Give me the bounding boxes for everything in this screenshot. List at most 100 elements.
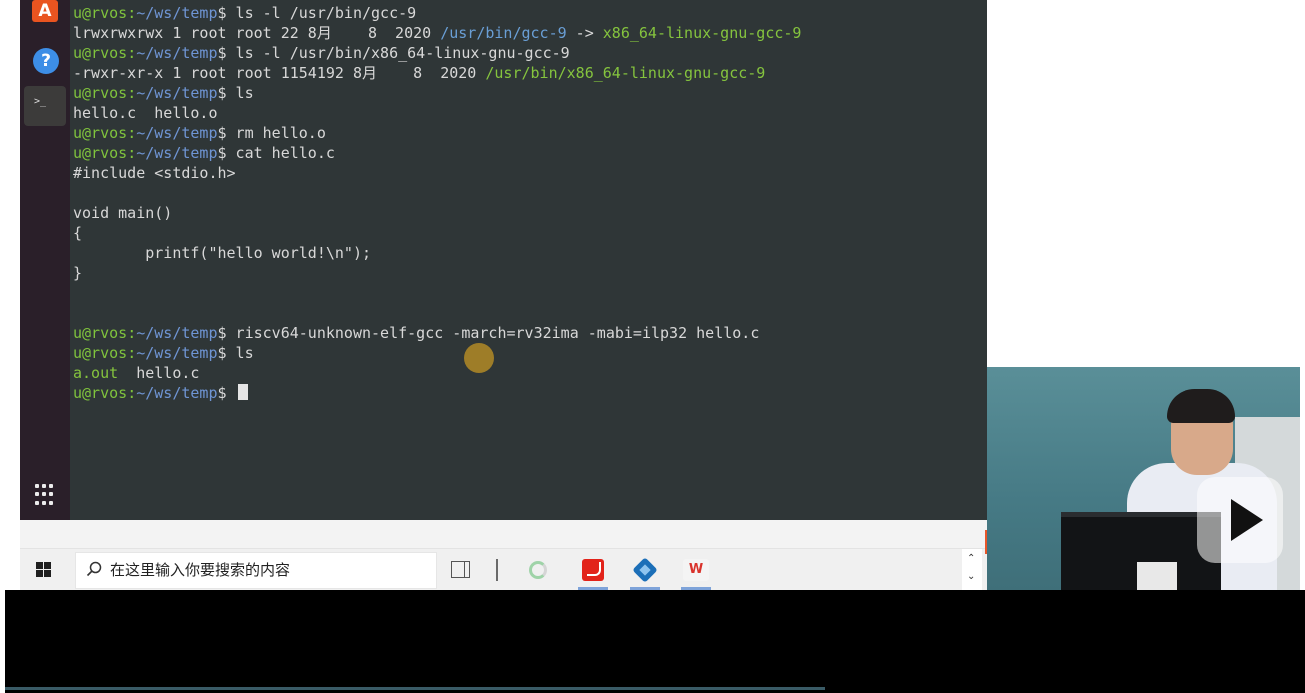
prompt-path: ~/ws/temp bbox=[136, 384, 218, 402]
prompt-user: u@rvos bbox=[73, 344, 128, 362]
prompt-path: ~/ws/temp bbox=[136, 124, 218, 142]
prompt-user: u@rvos bbox=[73, 44, 128, 62]
webcam-overlay bbox=[987, 367, 1300, 590]
terminal-line: lrwxrwxrwx 1 root root 22 8月 8 2020 /usr… bbox=[73, 23, 801, 43]
prompt-colon: : bbox=[127, 84, 137, 102]
software-center-glyph: A bbox=[32, 0, 58, 22]
terminal-line: } bbox=[73, 263, 801, 283]
command-text: rm hello.o bbox=[226, 124, 326, 142]
prompt-user: u@rvos bbox=[73, 144, 128, 162]
chevron-down-icon[interactable]: ⌄ bbox=[967, 571, 975, 582]
symlink-target: x86_64-linux-gnu-gcc-9 bbox=[602, 24, 802, 42]
command-text: riscv64-unknown-elf-gcc -march=rv32ima -… bbox=[226, 324, 760, 342]
symlink-arrow: -> bbox=[566, 24, 603, 42]
prompt-dollar: $ bbox=[217, 44, 227, 62]
video-play-icon[interactable] bbox=[1197, 477, 1283, 563]
terminal-line: u@rvos:~/ws/temp$ riscv64-unknown-elf-gc… bbox=[73, 323, 801, 343]
video-progress-strip bbox=[5, 687, 825, 690]
search-input[interactable] bbox=[110, 559, 420, 581]
prompt-user: u@rvos bbox=[73, 384, 128, 402]
terminal-line: u@rvos:~/ws/temp$ ls -l /usr/bin/gcc-9 bbox=[73, 3, 801, 23]
prompt-dollar: $ bbox=[217, 324, 227, 342]
command-text: ls bbox=[226, 344, 254, 362]
prompt-path: ~/ws/temp bbox=[136, 324, 218, 342]
output-text: { bbox=[73, 224, 83, 242]
prompt-path: ~/ws/temp bbox=[136, 44, 218, 62]
output-text: } bbox=[73, 264, 83, 282]
prompt-dollar: $ bbox=[217, 384, 227, 402]
taskbar-search-box[interactable] bbox=[75, 552, 437, 589]
terminal-output: u@rvos:~/ws/temp$ ls -l /usr/bin/gcc-9 lr… bbox=[73, 3, 801, 403]
help-icon[interactable]: ? bbox=[26, 42, 64, 80]
command-text bbox=[227, 384, 236, 402]
symlink-target: /usr/bin/x86_64-linux-gnu-gcc-9 bbox=[485, 64, 766, 82]
prompt-colon: : bbox=[127, 44, 137, 62]
wechat-icon[interactable] bbox=[525, 557, 551, 583]
terminal-cursor bbox=[237, 384, 248, 400]
terminal-line: printf("hello world!\n"); bbox=[73, 243, 801, 263]
taskbar-upper-strip bbox=[20, 520, 987, 548]
tray-scroll-arrows[interactable]: ⌃ ⌄ bbox=[962, 549, 982, 590]
prompt-path: ~/ws/temp bbox=[136, 144, 218, 162]
software-center-icon[interactable]: A bbox=[26, 0, 64, 38]
terminal-line: u@rvos:~/ws/temp$ bbox=[73, 383, 801, 403]
taskbar-separator bbox=[496, 559, 498, 581]
prompt-dollar: $ bbox=[217, 84, 227, 102]
terminal-line: u@rvos:~/ws/temp$ ls bbox=[73, 343, 801, 363]
task-view-icon[interactable] bbox=[448, 557, 474, 583]
terminal-line: void main() bbox=[73, 203, 801, 223]
output-text: printf("hello world!\n"); bbox=[73, 244, 372, 262]
terminal-line: { bbox=[73, 223, 801, 243]
output-text: lrwxrwxrwx 1 root root 22 8月 8 2020 bbox=[73, 24, 441, 42]
prompt-dollar: $ bbox=[217, 124, 227, 142]
prompt-colon: : bbox=[127, 144, 137, 162]
command-text: ls -l /usr/bin/x86_64-linux-gnu-gcc-9 bbox=[226, 44, 570, 62]
prompt-path: ~/ws/temp bbox=[136, 4, 218, 22]
video-letterbox bbox=[5, 590, 1305, 693]
terminal-line: u@rvos:~/ws/temp$ ls -l /usr/bin/x86_64-… bbox=[73, 43, 801, 63]
prompt-dollar: $ bbox=[217, 344, 227, 362]
prompt-colon: : bbox=[127, 324, 137, 342]
windows-start-icon[interactable] bbox=[36, 562, 51, 577]
windows-taskbar: W ⌃ ⌄ bbox=[20, 548, 987, 590]
ubuntu-dock: A ? >_ bbox=[20, 0, 70, 520]
terminal-line: a.out hello.c bbox=[73, 363, 801, 383]
chevron-up-icon[interactable]: ⌃ bbox=[967, 553, 975, 564]
executable-name: a.out bbox=[73, 364, 119, 382]
prompt-user: u@rvos bbox=[73, 84, 128, 102]
virtualbox-icon[interactable] bbox=[632, 557, 658, 583]
prompt-user: u@rvos bbox=[73, 324, 128, 342]
output-text: hello.c bbox=[118, 364, 200, 382]
prompt-dollar: $ bbox=[217, 4, 227, 22]
app-grid-glyph bbox=[35, 484, 57, 506]
prompt-colon: : bbox=[127, 344, 137, 362]
prompt-user: u@rvos bbox=[73, 124, 128, 142]
prompt-colon: : bbox=[127, 4, 137, 22]
output-text: void main() bbox=[73, 204, 173, 222]
terminal-icon[interactable]: >_ bbox=[24, 86, 66, 126]
terminal-line: u@rvos:~/ws/temp$ rm hello.o bbox=[73, 123, 801, 143]
output-text: hello.c hello.o bbox=[73, 104, 218, 122]
wps-office-icon[interactable]: W bbox=[683, 557, 709, 583]
show-applications-icon[interactable] bbox=[26, 476, 64, 514]
terminal-line: #include <stdio.h> bbox=[73, 163, 801, 183]
terminal-line: hello.c hello.o bbox=[73, 103, 801, 123]
prompt-path: ~/ws/temp bbox=[136, 84, 218, 102]
terminal-line: u@rvos:~/ws/temp$ cat hello.c bbox=[73, 143, 801, 163]
command-text: ls -l /usr/bin/gcc-9 bbox=[226, 4, 417, 22]
terminal-line: -rwxr-xr-x 1 root root 1154192 8月 8 2020… bbox=[73, 63, 801, 83]
output-text: #include <stdio.h> bbox=[73, 164, 236, 182]
help-glyph: ? bbox=[33, 48, 59, 74]
command-text: ls bbox=[226, 84, 254, 102]
command-text: cat hello.c bbox=[226, 144, 335, 162]
symlink-name: /usr/bin/gcc-9 bbox=[440, 24, 567, 42]
terminal-window[interactable]: u@rvos:~/ws/temp$ ls -l /usr/bin/gcc-9 lr… bbox=[70, 0, 987, 520]
output-text: -rwxr-xr-x 1 root root 1154192 8月 8 2020 bbox=[73, 64, 486, 82]
prompt-colon: : bbox=[127, 384, 137, 402]
prompt-path: ~/ws/temp bbox=[136, 344, 218, 362]
pdf-reader-icon[interactable] bbox=[580, 557, 606, 583]
terminal-glyph: >_ bbox=[34, 96, 47, 107]
